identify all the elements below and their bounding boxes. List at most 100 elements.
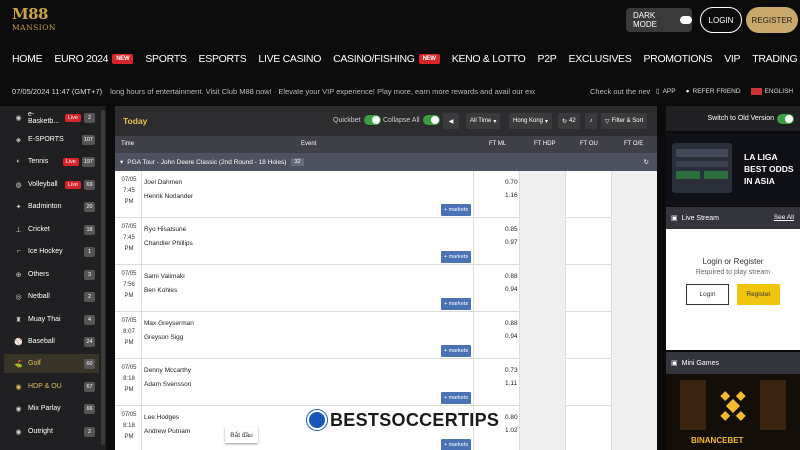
register-button[interactable]: REGISTER bbox=[746, 7, 798, 33]
nav-promotions[interactable]: PROMOTIONS bbox=[643, 53, 712, 65]
odds-ml-2[interactable]: 0.94 bbox=[505, 286, 518, 293]
la-liga-banner[interactable]: LA LIGA BEST ODDS IN ASIA bbox=[666, 133, 800, 206]
divider bbox=[611, 359, 612, 406]
sidebar-item-outright[interactable]: ◉ Outright 2 bbox=[4, 422, 99, 441]
mini-games-banner[interactable]: BINANCEBET bbox=[666, 374, 800, 450]
login-button[interactable]: LOGIN bbox=[700, 7, 742, 33]
more-markets-button[interactable]: + markets bbox=[441, 345, 471, 357]
odds-ml-1[interactable]: 0.73 bbox=[505, 367, 518, 374]
sidebar-item-volleyball[interactable]: ◍ Volleyball Live 69 bbox=[4, 175, 99, 194]
odds-ml-2[interactable]: 1.16 bbox=[505, 192, 518, 199]
nav-home[interactable]: HOME bbox=[12, 53, 43, 65]
sidebar-label: Ice Hockey bbox=[28, 248, 63, 255]
cricket-icon: ⊥ bbox=[15, 226, 22, 234]
more-markets-button[interactable]: + markets bbox=[441, 298, 471, 310]
m88-logo[interactable]: M88 MANSION bbox=[12, 6, 58, 36]
refresh-button[interactable]: ↻ 42 bbox=[558, 113, 580, 129]
start-button[interactable]: Bắt đầu bbox=[225, 427, 258, 443]
sidebar-label: Mix Parlay bbox=[28, 405, 61, 412]
quickbet-toggle[interactable]: Quickbet bbox=[333, 115, 381, 125]
match-time: 07/05 8:18 PM bbox=[119, 410, 139, 443]
ticker-message-2: Check out the new bbox=[590, 86, 650, 96]
sidebar-item-golf[interactable]: ⛳ Golf 60 bbox=[4, 354, 99, 373]
language-selector[interactable]: ENGLISH bbox=[750, 87, 793, 95]
collapse-all-toggle[interactable]: Collapse All bbox=[383, 115, 440, 125]
user-icon: ● bbox=[685, 87, 690, 95]
all-time-select[interactable]: All Time ▾ bbox=[466, 113, 501, 129]
divider bbox=[519, 171, 520, 218]
nav-casino-fishing[interactable]: CASINO/FISHING NEW bbox=[333, 53, 440, 65]
more-markets-button[interactable]: + markets bbox=[441, 251, 471, 263]
baseball-icon: ⚾ bbox=[14, 338, 23, 346]
sidebar-item-others[interactable]: ⊕ Others 3 bbox=[4, 265, 99, 284]
divider bbox=[473, 171, 474, 218]
sidebar-item-mix-parlay[interactable]: ◉ Mix Parlay 66 bbox=[4, 399, 99, 418]
odds-ml-2[interactable]: 1.02 bbox=[505, 427, 518, 434]
stream-register-button[interactable]: Register bbox=[737, 284, 780, 305]
muay-thai-icon: ♜ bbox=[15, 316, 22, 324]
odds-toolbar: Today Quickbet Collapse All ◀ All Time ▾ … bbox=[115, 106, 657, 136]
league-row[interactable]: ▾ PGA Tour - John Deere Classic (2nd Rou… bbox=[115, 153, 657, 171]
filter-sort-button[interactable]: ▽ Filter & Sort bbox=[601, 113, 648, 129]
bell-button[interactable]: ♪ bbox=[585, 113, 597, 129]
sidebar-item-netball[interactable]: ◎ Netball 2 bbox=[4, 287, 99, 306]
dice-icon: ▣ bbox=[671, 360, 678, 367]
count-badge: 60 bbox=[84, 358, 95, 369]
odds-ml-1[interactable]: 0.88 bbox=[505, 273, 518, 280]
stream-login-button[interactable]: Login bbox=[686, 284, 729, 305]
live-stream-title: Live Stream bbox=[681, 214, 719, 222]
divider bbox=[473, 359, 474, 406]
nav-vip[interactable]: VIP bbox=[724, 53, 740, 65]
see-all-link[interactable]: See All bbox=[774, 214, 794, 221]
dark-mode-toggle[interactable]: DARK MODE bbox=[626, 8, 692, 32]
divider bbox=[565, 359, 566, 406]
more-markets-button[interactable]: + markets bbox=[441, 204, 471, 216]
refer-friend-link[interactable]: ● REFER FRIEND bbox=[686, 88, 741, 95]
nav-esports[interactable]: ESPORTS bbox=[199, 53, 247, 65]
app-link[interactable]: ▯ APP bbox=[656, 87, 676, 96]
odds-ml-1[interactable]: 0.70 bbox=[505, 179, 518, 186]
sidebar-item-tennis[interactable]: ◐ Tennis Live 197 bbox=[4, 152, 99, 171]
announcement-button[interactable]: ◀ bbox=[443, 113, 459, 129]
sidebar-item-hdp-ou[interactable]: ◉ HDP & OU 67 bbox=[4, 377, 99, 396]
sidebar-item-e-basketball[interactable]: ◉ e-Basketb... Live 2 bbox=[4, 108, 99, 127]
odds-ml-2[interactable]: 0.94 bbox=[505, 333, 518, 340]
odds-ml-2[interactable]: 1.11 bbox=[505, 380, 517, 387]
more-markets-button[interactable]: + markets bbox=[441, 392, 471, 404]
odds-ml-1[interactable]: 0.88 bbox=[505, 320, 518, 327]
nav-trading[interactable]: TRADING bbox=[752, 53, 797, 65]
nav-euro-2024[interactable]: EURO 2024 NEW bbox=[54, 53, 134, 65]
nav-sports[interactable]: SPORTS bbox=[145, 53, 186, 65]
toggle-switch-icon bbox=[679, 16, 692, 24]
refresh-icon[interactable]: ↻ bbox=[644, 158, 649, 166]
ice-hockey-icon: ⌐ bbox=[16, 248, 21, 255]
league-name: PGA Tour - John Deere Classic (2nd Round… bbox=[127, 158, 287, 166]
refresh-icon: ↻ bbox=[562, 118, 568, 125]
nav-keno-lotto[interactable]: KENO & LOTTO bbox=[452, 53, 526, 65]
ft-hdp-cell bbox=[519, 359, 565, 406]
sidebar-item-badminton[interactable]: ✦ Badminton 20 bbox=[4, 197, 99, 216]
nav-exclusives[interactable]: EXCLUSIVES bbox=[569, 53, 632, 65]
sidebar-item-muay-thai[interactable]: ♜ Muay Thai 4 bbox=[4, 310, 99, 329]
divider bbox=[611, 406, 612, 450]
more-markets-button[interactable]: + markets bbox=[441, 439, 471, 450]
sidebar-item-cricket[interactable]: ⊥ Cricket 18 bbox=[4, 220, 99, 239]
nav-label: VIP bbox=[724, 53, 741, 65]
odds-ml-1[interactable]: 0.80 bbox=[505, 414, 518, 421]
toggle-switch-icon bbox=[777, 113, 794, 124]
divider bbox=[473, 218, 474, 265]
sidebar-item-baseball[interactable]: ⚾ Baseball 24 bbox=[4, 332, 99, 351]
odds-type-select[interactable]: Hong Kong ▾ bbox=[509, 113, 553, 129]
sidebar-scrollbar[interactable] bbox=[101, 110, 105, 445]
nav-live-casino[interactable]: LIVE CASINO bbox=[258, 53, 321, 65]
odds-ml-1[interactable]: 0.85 bbox=[505, 226, 518, 233]
player-1: Ryo Hisatsune bbox=[144, 226, 187, 233]
sidebar-item-ice-hockey[interactable]: ⌐ Ice Hockey 1 bbox=[4, 242, 99, 261]
count-badge: 107 bbox=[81, 134, 95, 145]
nav-p2p[interactable]: P2P bbox=[538, 53, 557, 65]
odds-ml-2[interactable]: 0.97 bbox=[505, 239, 518, 246]
sidebar-item-esports[interactable]: ◈ E-SPORTS 107 bbox=[4, 130, 99, 149]
divider bbox=[473, 312, 474, 359]
switch-old-version[interactable]: Switch to Old Version bbox=[666, 106, 800, 131]
divider bbox=[141, 265, 142, 312]
